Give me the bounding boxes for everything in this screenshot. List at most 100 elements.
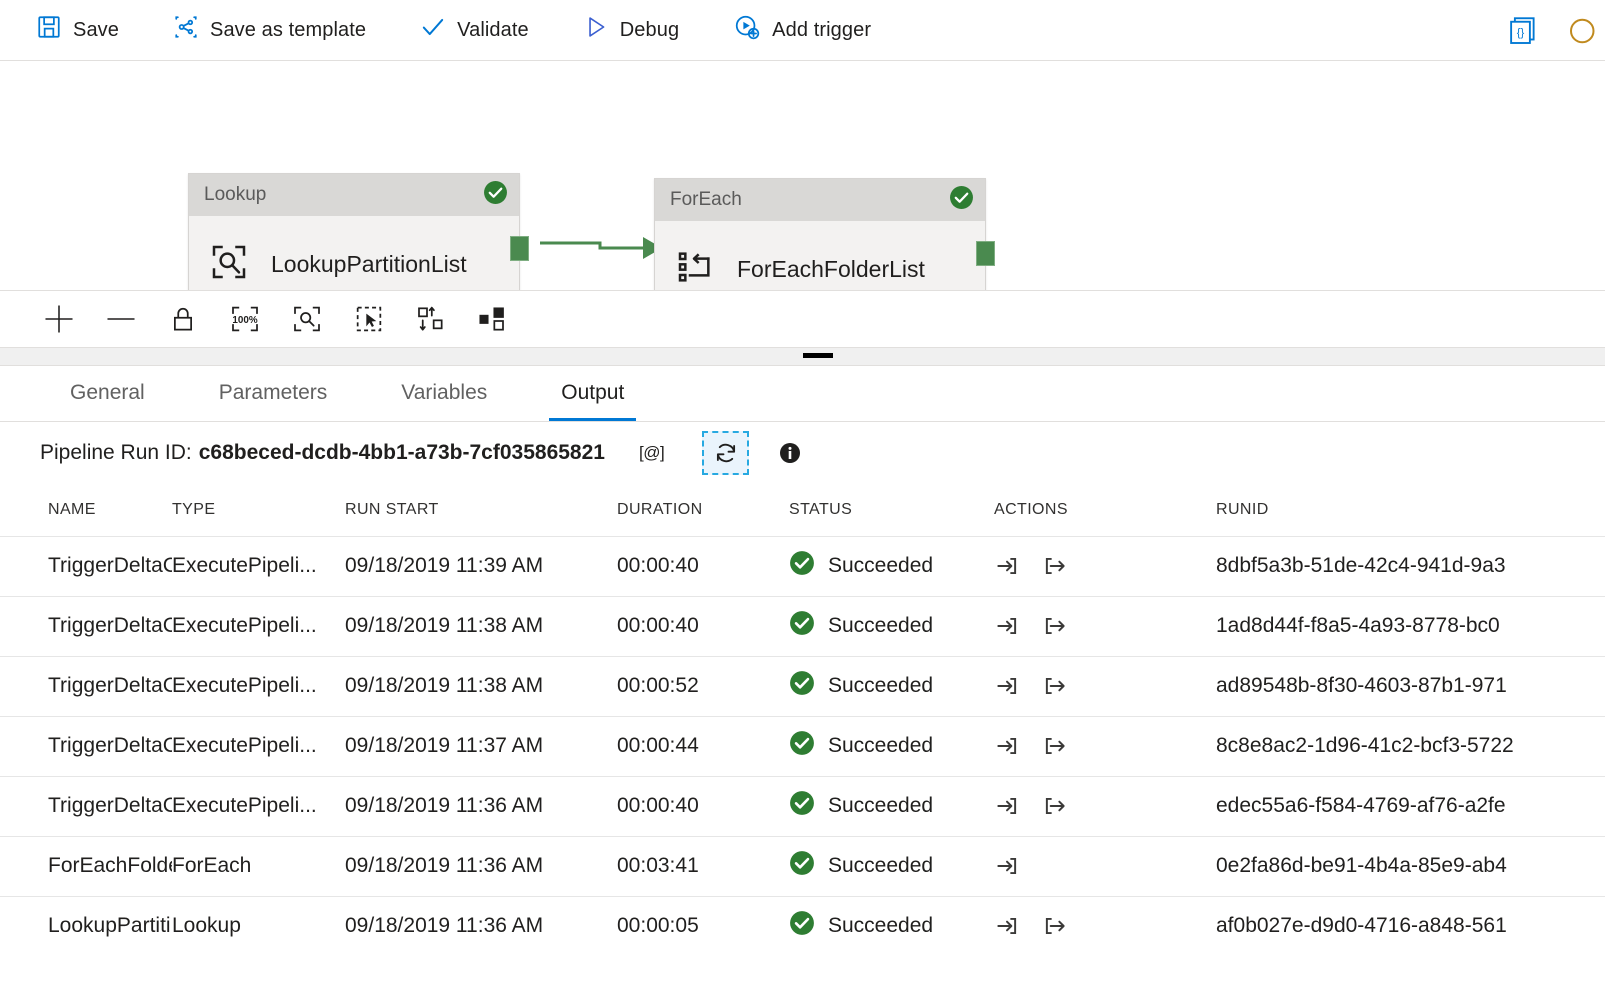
input-arrow-icon[interactable] xyxy=(994,853,1020,879)
output-arrow-icon[interactable] xyxy=(1042,673,1068,699)
status-badge: Succeeded xyxy=(828,854,933,878)
table-body: TriggerDeltaC...ExecutePipeli...09/18/20… xyxy=(0,536,1605,956)
tab-parameters[interactable]: Parameters xyxy=(197,365,350,421)
table-row[interactable]: ForEachFolde...ForEach09/18/2019 11:36 A… xyxy=(0,836,1605,896)
zoom-out-icon[interactable] xyxy=(96,297,146,341)
lock-icon[interactable] xyxy=(158,297,208,341)
cell-runid: 1ad8d44f-f8a5-4a93-8778-bc0 xyxy=(1216,596,1605,656)
zoom-in-icon[interactable] xyxy=(34,297,84,341)
column-header-runid[interactable]: RUNID xyxy=(1216,484,1605,536)
pipeline-canvas[interactable]: Lookup LookupPartitionList ForEach xyxy=(0,61,1605,291)
column-header-name[interactable]: NAME xyxy=(0,484,172,536)
status-succeeded-icon xyxy=(789,730,815,762)
output-arrow-icon[interactable] xyxy=(1042,553,1068,579)
cell-actions xyxy=(994,536,1216,596)
cell-status: Succeeded xyxy=(789,716,994,776)
input-arrow-icon[interactable] xyxy=(994,793,1020,819)
save-button[interactable]: Save xyxy=(22,8,133,52)
select-pointer-icon[interactable] xyxy=(344,297,394,341)
validate-button[interactable]: Validate xyxy=(406,8,543,52)
pipeline-node-foreach[interactable]: ForEach ForEachFolderList xyxy=(654,178,986,291)
save-as-template-icon xyxy=(173,14,199,46)
column-header-status[interactable]: STATUS xyxy=(789,484,994,536)
output-arrow-icon[interactable] xyxy=(1042,793,1068,819)
refresh-icon[interactable] xyxy=(702,431,749,475)
help-circle-icon[interactable] xyxy=(1561,11,1601,51)
cell-runid: 0e2fa86d-be91-4b4a-85e9-ab4 xyxy=(1216,836,1605,896)
cell-status: Succeeded xyxy=(789,536,994,596)
cell-run-start: 09/18/2019 11:36 AM xyxy=(345,896,617,956)
drag-handle[interactable] xyxy=(803,353,833,358)
output-panel-tabs: General Parameters Variables Output xyxy=(0,366,1605,422)
tab-label: Variables xyxy=(401,381,487,405)
node-output-port[interactable] xyxy=(976,241,995,266)
table-row[interactable]: TriggerDeltaC...ExecutePipeli...09/18/20… xyxy=(0,596,1605,656)
output-arrow-icon[interactable] xyxy=(1042,913,1068,939)
cell-name[interactable]: TriggerDeltaC... xyxy=(0,536,172,596)
output-arrow-icon[interactable] xyxy=(1042,733,1068,759)
expression-at-icon[interactable]: [@] xyxy=(639,443,664,463)
cell-name[interactable]: LookupPartiti... xyxy=(0,896,172,956)
save-icon xyxy=(36,14,62,46)
cell-name[interactable]: TriggerDeltaC... xyxy=(0,716,172,776)
node-header: Lookup xyxy=(189,174,519,216)
status-succeeded-icon xyxy=(789,790,815,822)
node-status-succeeded-icon xyxy=(483,180,508,210)
save-button-label: Save xyxy=(73,19,119,42)
input-arrow-icon[interactable] xyxy=(994,673,1020,699)
status-badge: Succeeded xyxy=(828,614,933,638)
cell-name[interactable]: TriggerDeltaC... xyxy=(0,776,172,836)
cell-actions xyxy=(994,896,1216,956)
auto-align-icon[interactable] xyxy=(406,297,456,341)
save-as-template-button[interactable]: Save as template xyxy=(159,8,380,52)
zoom-100-percent-icon[interactable]: 100% xyxy=(220,297,270,341)
cell-actions xyxy=(994,656,1216,716)
column-header-type[interactable]: TYPE xyxy=(172,484,345,536)
pipeline-node-lookup[interactable]: Lookup LookupPartitionList xyxy=(188,173,520,291)
node-body: LookupPartitionList xyxy=(189,216,519,291)
node-status-succeeded-icon xyxy=(949,185,974,215)
node-type-label: ForEach xyxy=(670,189,742,211)
add-trigger-button[interactable]: Add trigger xyxy=(719,8,885,52)
cell-name[interactable]: TriggerDeltaC... xyxy=(0,656,172,716)
table-row[interactable]: TriggerDeltaC...ExecutePipeli...09/18/20… xyxy=(0,716,1605,776)
tab-variables[interactable]: Variables xyxy=(379,365,509,421)
status-succeeded-icon xyxy=(789,550,815,582)
input-arrow-icon[interactable] xyxy=(994,913,1020,939)
tab-label: General xyxy=(70,381,145,405)
cell-status: Succeeded xyxy=(789,896,994,956)
status-succeeded-icon xyxy=(789,610,815,642)
cell-name[interactable]: TriggerDeltaC... xyxy=(0,596,172,656)
cell-name[interactable]: ForEachFolde... xyxy=(0,836,172,896)
node-type-label: Lookup xyxy=(204,184,266,206)
checkmark-icon xyxy=(420,14,446,46)
cell-type: ExecutePipeli... xyxy=(172,716,345,776)
input-arrow-icon[interactable] xyxy=(994,733,1020,759)
node-output-port[interactable] xyxy=(510,236,529,261)
cell-run-start: 09/18/2019 11:38 AM xyxy=(345,596,617,656)
pipeline-run-id-value: c68beced-dcdb-4bb1-a73b-7cf035865821 xyxy=(199,441,605,465)
cell-duration: 00:00:40 xyxy=(617,536,789,596)
status-succeeded-icon xyxy=(789,670,815,702)
cell-actions xyxy=(994,836,1216,896)
zoom-to-fit-icon[interactable] xyxy=(282,297,332,341)
node-header: ForEach xyxy=(655,179,985,221)
table-row[interactable]: TriggerDeltaC...ExecutePipeli...09/18/20… xyxy=(0,776,1605,836)
code-json-icon[interactable]: {} xyxy=(1503,11,1543,51)
column-header-run-start[interactable]: RUN START xyxy=(345,484,617,536)
input-arrow-icon[interactable] xyxy=(994,553,1020,579)
panel-splitter[interactable] xyxy=(0,348,1605,366)
info-icon[interactable] xyxy=(775,438,805,468)
tab-general[interactable]: General xyxy=(48,365,167,421)
table-row[interactable]: TriggerDeltaC...ExecutePipeli...09/18/20… xyxy=(0,656,1605,716)
tab-label: Parameters xyxy=(219,381,328,405)
cell-type: ExecutePipeli... xyxy=(172,596,345,656)
tab-output[interactable]: Output xyxy=(539,365,646,421)
table-row[interactable]: LookupPartiti...Lookup09/18/2019 11:36 A… xyxy=(0,896,1605,956)
arrange-nodes-icon[interactable] xyxy=(468,297,518,341)
column-header-duration[interactable]: DURATION xyxy=(617,484,789,536)
debug-button[interactable]: Debug xyxy=(569,8,693,52)
input-arrow-icon[interactable] xyxy=(994,613,1020,639)
output-arrow-icon[interactable] xyxy=(1042,613,1068,639)
table-row[interactable]: TriggerDeltaC...ExecutePipeli...09/18/20… xyxy=(0,536,1605,596)
